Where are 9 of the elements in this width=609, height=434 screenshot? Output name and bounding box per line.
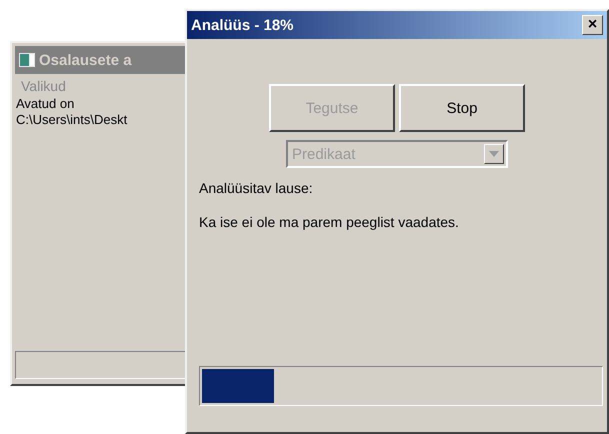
window-title: Analüüs - 18% — [191, 16, 294, 34]
field-label: Analüüsitav lause: — [199, 180, 314, 196]
sentence-text: Ka ise ei ole ma parem peeglist vaadates. — [199, 214, 460, 230]
text-line: Avatud on — [15, 96, 76, 112]
text-line: C:\Users\ints\Deskt — [15, 112, 128, 128]
action-button[interactable]: Stop — [399, 84, 525, 132]
app-icon — [19, 53, 35, 67]
window-title: Osalausete a — [39, 52, 132, 68]
close-button[interactable]: × — [582, 15, 603, 35]
